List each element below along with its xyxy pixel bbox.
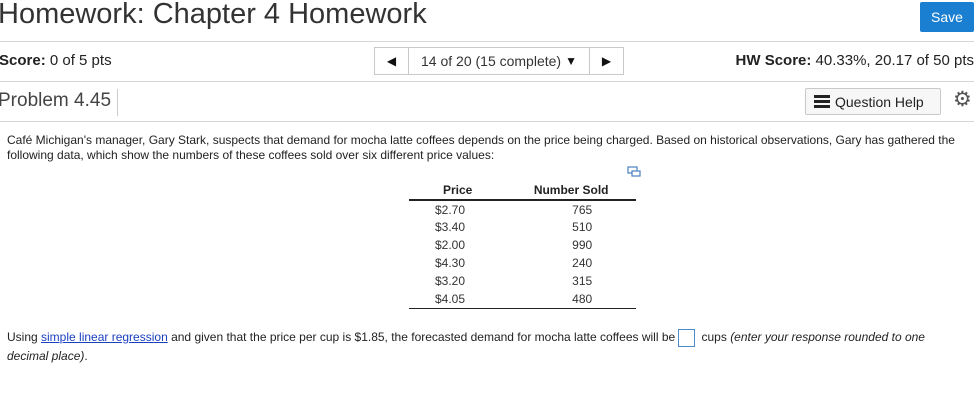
list-icon (814, 93, 830, 110)
next-question-button[interactable]: ▶ (589, 48, 623, 74)
table-header-row: Price Number Sold (409, 181, 636, 201)
score-value: 0 of 5 pts (49, 52, 112, 69)
previous-question-button[interactable]: ◀ (375, 48, 409, 74)
price-cell: $4.30 (435, 256, 466, 270)
caret-down-icon: ▼ (565, 54, 577, 68)
column-header-number-sold: Number Sold (506, 181, 636, 201)
price-cell: $3.40 (435, 220, 466, 234)
question-prefix: Using (7, 330, 42, 344)
question-progress: 14 of 20 (15 complete) (421, 53, 562, 69)
question-dropdown[interactable]: 14 of 20 (15 complete) ▼ (409, 48, 589, 74)
table-row: $2.70 765 (409, 200, 636, 218)
table-row: $2.00 990 (409, 236, 636, 254)
table-row: $4.05 480 (409, 290, 636, 309)
sold-cell: 765 (572, 202, 593, 217)
divider (0, 41, 974, 42)
price-cell: $2.70 (435, 202, 466, 217)
price-cell: $3.20 (435, 274, 466, 288)
triangle-left-icon: ◀ (386, 54, 397, 68)
copy-data-icon[interactable] (627, 166, 641, 178)
question-help-button[interactable]: Question Help (805, 88, 941, 115)
price-cell: $4.05 (409, 290, 507, 309)
question-unit: cups (698, 330, 731, 344)
question-text: Using simple linear regression and given… (7, 328, 969, 365)
sold-cell: 315 (572, 274, 593, 288)
problem-text: Café Michigan's manager, Gary Stark, sus… (7, 133, 955, 162)
table-row: $3.40 510 (409, 218, 636, 236)
table-row: $3.20 315 (409, 272, 636, 290)
divider (0, 81, 974, 82)
question-suffix: . (84, 348, 88, 363)
hw-score-label: HW Score: (735, 52, 812, 69)
problem-title: Problem 4.45 (0, 89, 119, 116)
data-table: Price Number Sold $2.70 765 $3.40 510 $2… (409, 181, 636, 309)
question-help-label: Question Help (835, 93, 924, 110)
save-button[interactable]: Save (920, 2, 974, 32)
sold-cell: 240 (572, 256, 593, 270)
simple-linear-regression-link[interactable]: simple linear regression (41, 330, 168, 344)
hw-score-value: 40.33%, 20.17 of 50 pts (815, 52, 974, 69)
gear-icon[interactable]: ⚙ (953, 89, 973, 110)
sold-cell: 990 (572, 238, 593, 252)
answer-input[interactable] (678, 328, 696, 347)
question-middle: and given that the price per cup is $1.8… (167, 330, 676, 344)
triangle-right-icon: ▶ (601, 54, 612, 68)
sold-cell: 480 (506, 290, 636, 309)
column-header-price: Price (409, 181, 507, 201)
hw-score: HW Score: 40.33%, 20.17 of 50 pts (736, 52, 974, 69)
price-cell: $2.00 (435, 238, 466, 252)
question-navigator: ◀ 14 of 20 (15 complete) ▼ ▶ (374, 47, 624, 75)
page-title: Homework: Chapter 4 Homework (0, 0, 427, 30)
score-label: Score: (0, 52, 46, 69)
table-row: $4.30 240 (409, 254, 636, 272)
score: Score: 0 of 5 pts (0, 52, 112, 69)
divider (0, 121, 974, 122)
sold-cell: 510 (572, 220, 593, 234)
